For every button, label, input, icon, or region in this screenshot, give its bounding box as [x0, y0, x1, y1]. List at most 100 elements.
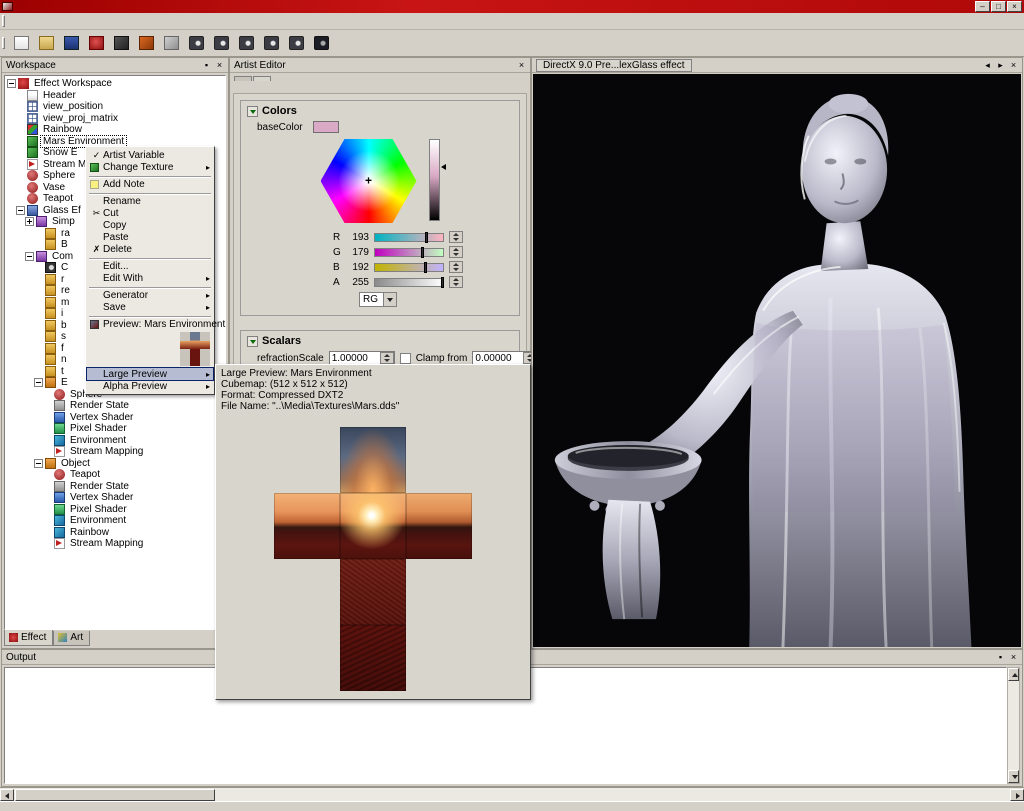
close-icon[interactable]: × — [515, 59, 528, 71]
scalar-spinner[interactable] — [380, 352, 394, 364]
artist-editor-header[interactable]: Artist Editor × — [230, 58, 530, 73]
tree-item[interactable]: Stream Mapping — [7, 446, 225, 458]
spin-up-icon[interactable] — [453, 263, 459, 266]
spin-up-icon[interactable] — [384, 354, 390, 357]
toolbar-button[interactable] — [210, 32, 233, 54]
context-menu-item[interactable]: Paste — [87, 231, 213, 243]
scroll-down-icon[interactable] — [1008, 770, 1019, 783]
close-icon[interactable]: × — [213, 59, 226, 71]
toolbar-button[interactable] — [285, 32, 308, 54]
toolbar-button[interactable] — [235, 32, 258, 54]
toolbar-button[interactable] — [185, 32, 208, 54]
toolbar-button[interactable] — [110, 32, 133, 54]
tree-expander-icon[interactable] — [34, 459, 43, 468]
close-icon[interactable]: × — [1007, 651, 1020, 663]
context-menu-item[interactable]: Preview: Mars Environment — [87, 318, 213, 330]
menubar-grip[interactable] — [2, 15, 5, 27]
context-menu-item[interactable]: Save — [87, 301, 213, 313]
context-menu-item[interactable]: Edit With — [87, 272, 213, 284]
menu-item[interactable] — [65, 19, 79, 23]
spin-down-icon[interactable] — [453, 283, 459, 286]
clamp-checkbox[interactable] — [400, 353, 411, 364]
spin-down-icon[interactable] — [453, 268, 459, 271]
tree-item[interactable]: Vertex Shader — [7, 412, 225, 424]
toolbar-button[interactable] — [85, 32, 108, 54]
tree-item[interactable]: Stream Mapping — [7, 538, 225, 550]
base-color-swatch[interactable] — [313, 121, 339, 133]
render-viewport[interactable] — [533, 74, 1021, 647]
title-bar[interactable]: – □ × — [0, 0, 1024, 13]
tree-expander-icon[interactable] — [34, 378, 43, 387]
minimize-button[interactable]: – — [975, 1, 990, 12]
directx-preview-title[interactable]: DirectX 9.0 Pre...lexGlass effect — [536, 59, 692, 72]
context-menu-item[interactable]: Change Texture — [87, 161, 213, 173]
scroll-left-icon[interactable] — [0, 789, 14, 801]
tree-item[interactable]: Header — [7, 90, 225, 102]
pin-icon[interactable]: ▪ — [200, 59, 213, 71]
maximize-button[interactable]: □ — [991, 1, 1006, 12]
chevron-down-icon[interactable] — [383, 293, 396, 306]
tree-item[interactable]: Object — [7, 458, 225, 470]
context-menu-item[interactable]: Alpha Preview — [87, 380, 213, 392]
slider-thumb[interactable] — [425, 232, 428, 243]
spin-up-icon[interactable] — [453, 248, 459, 251]
context-menu-item[interactable]: Edit... — [87, 260, 213, 272]
toolbar-button[interactable] — [60, 32, 83, 54]
tree-item[interactable]: Environment — [7, 435, 225, 447]
scroll-right-icon[interactable] — [1010, 789, 1024, 801]
spin-down-icon[interactable] — [384, 359, 390, 362]
toolbar-button[interactable] — [160, 32, 183, 54]
context-menu-item[interactable]: Large Preview — [87, 368, 213, 380]
brightness-slider[interactable] — [429, 139, 440, 221]
tree-expander-icon[interactable] — [25, 252, 34, 261]
tree-item[interactable]: Effect Workspace — [7, 78, 225, 90]
context-menu-item[interactable]: Artist Variable — [87, 149, 213, 161]
scrollbar-thumb[interactable] — [15, 789, 215, 801]
slider-thumb[interactable] — [424, 262, 427, 273]
tab-scroll-left-icon[interactable]: ◂ — [981, 59, 994, 71]
tree-item[interactable]: Pixel Shader — [7, 504, 225, 516]
context-menu-item[interactable]: Cut — [87, 207, 213, 219]
output-scrollbar[interactable] — [1007, 667, 1020, 784]
context-menu-item[interactable]: Rename — [87, 195, 213, 207]
tree-item[interactable]: Vertex Shader — [7, 492, 225, 504]
toolbar-button[interactable] — [260, 32, 283, 54]
tree-expander-icon[interactable] — [25, 217, 34, 226]
context-menu-item[interactable]: Generator — [87, 289, 213, 301]
spin-up-icon[interactable] — [453, 233, 459, 236]
menu-item[interactable] — [37, 19, 51, 23]
channel-slider[interactable] — [374, 233, 444, 242]
effect-tab[interactable] — [253, 76, 271, 81]
menu-item[interactable] — [9, 19, 23, 23]
menu-item[interactable] — [51, 19, 65, 23]
workspace-tab[interactable]: Art — [53, 631, 90, 646]
toolbar-button[interactable] — [10, 32, 33, 54]
slider-thumb[interactable] — [421, 247, 424, 258]
toolbar-button[interactable] — [35, 32, 58, 54]
collapse-icon[interactable] — [247, 336, 258, 347]
pin-icon[interactable]: ▪ — [994, 651, 1007, 663]
close-icon[interactable]: × — [1007, 59, 1020, 71]
channel-spinner[interactable] — [449, 246, 463, 258]
toolbar-grip[interactable] — [2, 37, 5, 49]
menu-item[interactable] — [23, 19, 37, 23]
color-mode-select[interactable]: RG — [359, 292, 397, 307]
workspace-tab[interactable]: Effect — [4, 630, 53, 646]
scroll-up-icon[interactable] — [1008, 668, 1019, 681]
collapse-icon[interactable] — [247, 106, 258, 117]
close-button[interactable]: × — [1007, 1, 1022, 12]
slider-thumb[interactable] — [441, 277, 444, 288]
horizontal-scrollbar[interactable] — [0, 787, 1024, 801]
toolbar-button[interactable] — [310, 32, 333, 54]
channel-slider[interactable] — [374, 263, 444, 272]
toolbar-button[interactable] — [135, 32, 158, 54]
tree-item[interactable]: Rainbow — [7, 527, 225, 539]
tree-item[interactable]: Render State — [7, 400, 225, 412]
channel-slider[interactable] — [374, 278, 444, 287]
spin-down-icon[interactable] — [453, 238, 459, 241]
color-hexagon-picker[interactable]: + — [321, 139, 417, 223]
spin-down-icon[interactable] — [453, 253, 459, 256]
tree-item[interactable]: Render State — [7, 481, 225, 493]
directx-preview-header[interactable]: DirectX 9.0 Pre...lexGlass effect ◂ ▸ × — [532, 58, 1022, 73]
effect-tab[interactable] — [234, 76, 252, 81]
